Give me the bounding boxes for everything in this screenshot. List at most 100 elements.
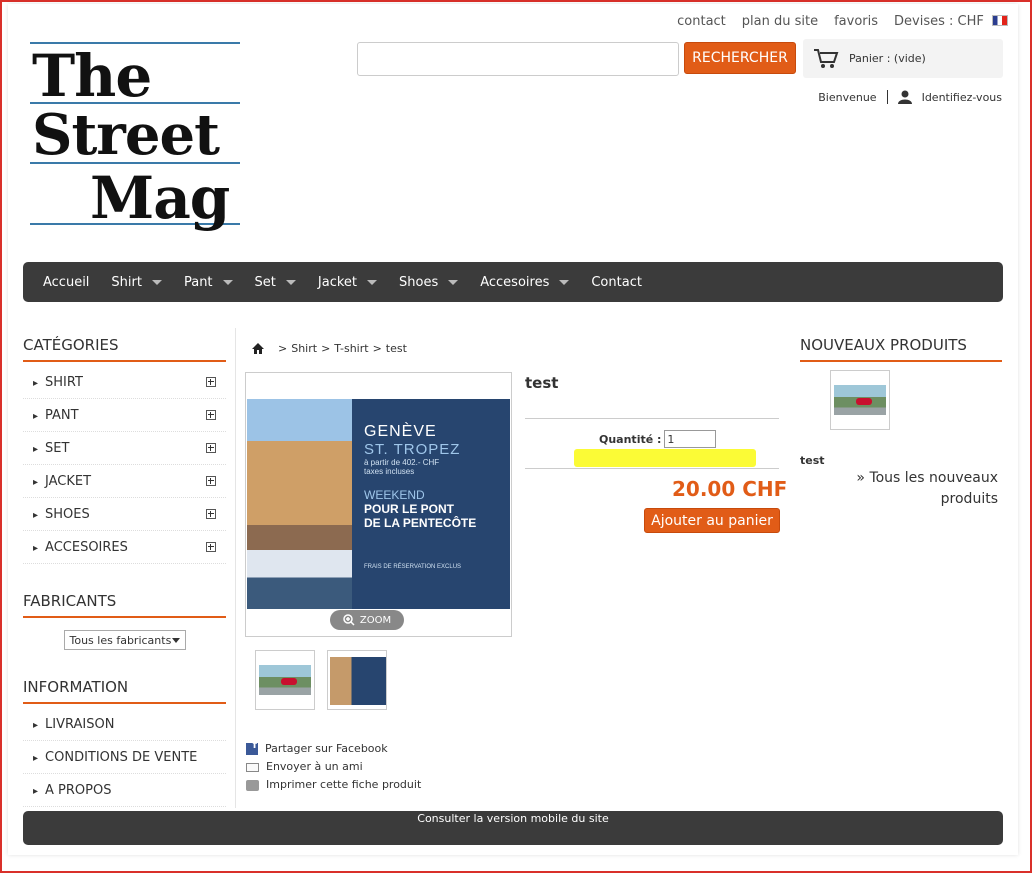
search-input[interactable] (357, 42, 679, 76)
categories-title: CATÉGORIES (23, 336, 226, 362)
expand-icon[interactable] (206, 509, 216, 519)
contact-link[interactable]: contact (677, 14, 726, 29)
nav-item-shoes[interactable]: Shoes (399, 274, 459, 290)
information-list: LIVRAISON CONDITIONS DE VENTE A PROPOS (23, 708, 226, 807)
footer-bar: Consulter la version mobile du site (23, 811, 1003, 845)
product-thumbnail[interactable] (327, 650, 387, 710)
logo-line-3: Mag (90, 164, 230, 232)
favorites-link[interactable]: favoris (834, 14, 878, 29)
currency-label: Devises : CHF (894, 14, 984, 29)
top-links: contact plan du site favoris Devises : C… (677, 14, 1008, 29)
sitemap-link[interactable]: plan du site (742, 14, 818, 29)
envelope-icon (246, 762, 259, 772)
nav-item-pant[interactable]: Pant (184, 275, 233, 290)
manufacturers-title: FABRICANTS (23, 592, 226, 618)
cart-block[interactable]: Panier : (vide) (803, 39, 1003, 78)
promo-thumbnail (330, 657, 386, 705)
french-flag-icon[interactable] (992, 15, 1008, 26)
left-column: CATÉGORIES SHIRT PANT SET JACKET SHOES A… (23, 336, 226, 807)
column-divider (235, 328, 236, 808)
expand-icon[interactable] (206, 443, 216, 453)
nav-label: Accesoires (480, 274, 550, 290)
site-logo[interactable]: The Street Mag (28, 42, 242, 242)
nav-label: Shoes (399, 274, 439, 290)
email-friend[interactable]: Envoyer à un ami (246, 758, 421, 776)
caret-down-icon (559, 279, 570, 285)
add-to-cart-button[interactable]: Ajouter au panier (644, 508, 780, 533)
expand-icon[interactable] (206, 377, 216, 387)
info-item-conditions[interactable]: CONDITIONS DE VENTE (23, 741, 226, 774)
manufacturer-select[interactable]: Tous les fabricants (63, 630, 186, 650)
category-label: SET (33, 441, 69, 456)
facebook-share[interactable]: f Partager sur Facebook (246, 740, 421, 758)
breadcrumb-tshirt[interactable]: T-shirt (334, 342, 368, 355)
nav-label: Shirt (111, 274, 142, 290)
chevron-down-icon (171, 637, 180, 643)
quantity-group: Quantité : 1 (599, 430, 717, 448)
info-item-apropos[interactable]: A PROPOS (23, 774, 226, 807)
info-label: LIVRAISON (33, 717, 114, 732)
logo-line-1: The (32, 42, 152, 110)
nav-item-accesoires[interactable]: Accesoires (480, 274, 570, 290)
promo-line: ST. TROPEZ (364, 441, 461, 458)
promo-line: FRAIS DE RÉSERVATION EXCLUS (364, 564, 462, 570)
yellow-highlight-mark (574, 449, 756, 467)
facebook-icon: f (246, 740, 258, 755)
mobile-version-link[interactable]: Consulter la version mobile du site (417, 812, 608, 825)
caret-down-icon (222, 279, 233, 285)
nav-item-set[interactable]: Set (255, 275, 296, 290)
nav-item-jacket[interactable]: Jacket (318, 275, 377, 290)
all-new-products-link[interactable]: » Tous les nouveaux produits (856, 468, 998, 510)
promo-text-panel: GENÈVE ST. TROPEZ à partir de 402.- CHF … (352, 399, 510, 609)
print-product[interactable]: Imprimer cette fiche produit (246, 776, 421, 794)
category-label: SHOES (33, 507, 90, 522)
currency-selector[interactable]: Devises : CHF (894, 14, 1008, 29)
new-product-thumbnail[interactable] (830, 370, 890, 430)
category-item-accesoires[interactable]: ACCESOIRES (23, 531, 226, 564)
nav-item-contact[interactable]: Contact (591, 275, 642, 290)
nav-label: Accueil (43, 274, 90, 290)
expand-icon[interactable] (206, 542, 216, 552)
quantity-label: Quantité : (599, 432, 662, 446)
breadcrumb-shirt[interactable]: Shirt (291, 342, 317, 355)
product-thumbnail[interactable] (255, 650, 315, 710)
facebook-share-label: Partager sur Facebook (265, 742, 388, 755)
user-icon (897, 90, 912, 104)
category-item-set[interactable]: SET (23, 432, 226, 465)
zoom-button[interactable]: ZOOM (330, 610, 404, 630)
divider (886, 90, 888, 104)
category-label: PANT (33, 408, 79, 423)
nav-label: Contact (591, 274, 642, 290)
new-product-name[interactable]: test (800, 454, 825, 467)
share-links: f Partager sur Facebook Envoyer à un ami… (246, 740, 421, 794)
category-label: SHIRT (33, 375, 83, 390)
category-item-shirt[interactable]: SHIRT (23, 366, 226, 399)
breadcrumb-sep: > (372, 342, 382, 355)
quantity-input[interactable]: 1 (664, 430, 717, 448)
caret-down-icon (448, 279, 459, 285)
breadcrumb: > Shirt > T-shirt > test (252, 342, 407, 355)
search-button[interactable]: RECHERCHER (684, 42, 796, 74)
manufacturer-selected: Tous les fabricants (69, 633, 172, 647)
home-icon[interactable] (252, 343, 264, 354)
expand-icon[interactable] (206, 476, 216, 486)
car-photo (259, 665, 311, 695)
expand-icon[interactable] (206, 410, 216, 420)
breadcrumb-sep: > (278, 342, 288, 355)
category-item-shoes[interactable]: SHOES (23, 498, 226, 531)
category-label: JACKET (33, 474, 91, 489)
nav-item-accueil[interactable]: Accueil (43, 275, 89, 290)
category-item-jacket[interactable]: JACKET (23, 465, 226, 498)
logo-line-2: Street (32, 102, 220, 168)
welcome-text: Bienvenue (818, 90, 877, 104)
product-main-image[interactable]: GENÈVE ST. TROPEZ à partir de 402.- CHF … (245, 372, 512, 637)
promo-image: GENÈVE ST. TROPEZ à partir de 402.- CHF … (247, 399, 510, 609)
category-item-pant[interactable]: PANT (23, 399, 226, 432)
product-title: test (525, 374, 559, 392)
nav-item-shirt[interactable]: Shirt (111, 275, 162, 290)
caret-down-icon (367, 279, 377, 285)
info-item-livraison[interactable]: LIVRAISON (23, 708, 226, 741)
login-link[interactable]: Identifiez-vous (922, 91, 1002, 104)
promo-line: DE LA PENTECÔTE (364, 516, 477, 530)
categories-list: SHIRT PANT SET JACKET SHOES ACCESOIRES (23, 366, 226, 564)
